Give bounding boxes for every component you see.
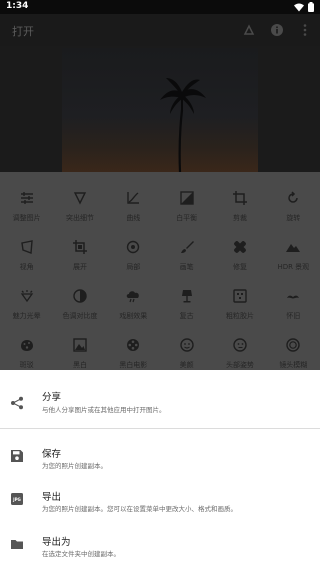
palm-tree-image — [160, 78, 206, 172]
tool-healing[interactable]: 修复 — [213, 239, 266, 277]
head-pose-icon — [232, 337, 248, 353]
export-as-option[interactable]: 导出为 在选定文件夹中创建副本。 — [0, 528, 320, 568]
tool-grainy-film[interactable]: 粗粒胶片 — [213, 288, 266, 326]
tool-tonal-contrast[interactable]: 色调对比度 — [53, 288, 106, 326]
vintage-icon — [179, 288, 195, 304]
app-bar: 打开 — [0, 14, 320, 46]
tool-tune-image[interactable]: 调整图片 — [0, 190, 53, 228]
noir-icon — [125, 337, 141, 353]
more-icon[interactable] — [298, 22, 312, 36]
status-icons — [294, 2, 314, 12]
drama-icon — [125, 288, 141, 304]
brush-icon — [179, 239, 195, 255]
export-title: 导出 — [42, 492, 62, 503]
black-white-icon — [72, 337, 88, 353]
lens-blur-icon — [285, 337, 301, 353]
export-option[interactable]: JPG 导出 为您的照片创建副本。您可以在设置菜单中更改大小、格式和画质。 — [0, 484, 320, 524]
tonal-contrast-icon — [72, 288, 88, 304]
face-icon — [179, 337, 195, 353]
folder-icon — [11, 540, 23, 549]
tool-rotate[interactable]: 旋转 — [267, 190, 320, 228]
share-title: 分享 — [42, 392, 62, 403]
retrolux-icon — [285, 288, 301, 304]
export-as-title: 导出为 — [42, 537, 71, 548]
tool-white-balance[interactable]: 白平衡 — [160, 190, 213, 228]
sheet-divider — [0, 428, 320, 429]
export-subtitle: 为您的照片创建副本。您可以在设置菜单中更改大小、格式和画质。 — [42, 505, 237, 513]
svg-text:JPG: JPG — [12, 497, 21, 502]
styles-icon[interactable] — [242, 22, 256, 36]
tool-selective[interactable]: 局部 — [107, 239, 160, 277]
expand-icon — [72, 239, 88, 255]
jpg-file-icon: JPG — [11, 493, 23, 505]
export-as-subtitle: 在选定文件夹中创建副本。 — [42, 550, 120, 558]
save-subtitle: 为您的照片创建副本。 — [42, 462, 107, 470]
tool-curves[interactable]: 曲线 — [107, 190, 160, 228]
tool-expand[interactable]: 展开 — [53, 239, 106, 277]
rotate-icon — [285, 190, 301, 206]
tool-perspective[interactable]: 视角 — [0, 239, 53, 277]
tool-vintage[interactable]: 复古 — [160, 288, 213, 326]
selective-icon — [125, 239, 141, 255]
crop-icon — [232, 190, 248, 206]
wifi-icon — [294, 3, 304, 11]
tools-panel: 调整图片 突出细节 曲线 白平衡 剪裁 旋转 视角 展开 局部 画笔 修复 HD… — [0, 172, 320, 370]
grunge-icon — [19, 337, 35, 353]
battery-icon — [308, 2, 314, 12]
details-icon — [72, 190, 88, 206]
share-option[interactable]: 分享 与他人分享图片或在其他应用中打开图片。 — [0, 370, 320, 428]
tool-glamour-glow[interactable]: 魅力光晕 — [0, 288, 53, 326]
tool-brush[interactable]: 画笔 — [160, 239, 213, 277]
tune-icon — [19, 190, 35, 206]
tool-details[interactable]: 突出细节 — [53, 190, 106, 228]
perspective-icon — [19, 239, 35, 255]
save-option[interactable]: 保存 为您的照片创建副本。 — [0, 440, 320, 478]
photo-preview — [62, 48, 258, 172]
save-icon — [11, 450, 23, 462]
grainy-film-icon — [232, 288, 248, 304]
status-bar: 1:34 — [0, 0, 320, 14]
curves-icon — [125, 190, 141, 206]
tool-crop[interactable]: 剪裁 — [213, 190, 266, 228]
healing-icon — [232, 239, 248, 255]
status-time: 1:34 — [6, 1, 29, 11]
info-icon[interactable] — [270, 22, 284, 36]
glamour-glow-icon — [19, 288, 35, 304]
share-subtitle: 与他人分享图片或在其他应用中打开图片。 — [42, 406, 166, 414]
open-button[interactable]: 打开 — [12, 23, 34, 39]
white-balance-icon — [179, 190, 195, 206]
tool-hdr[interactable]: HDR 景观 — [267, 239, 320, 277]
hdr-icon — [285, 239, 301, 255]
tool-drama[interactable]: 戏剧效果 — [107, 288, 160, 326]
export-bottom-sheet: 分享 与他人分享图片或在其他应用中打开图片。 保存 为您的照片创建副本。 JPG… — [0, 370, 320, 570]
share-icon — [11, 396, 23, 410]
save-title: 保存 — [42, 449, 62, 460]
tool-retrolux[interactable]: 怀旧 — [267, 288, 320, 326]
